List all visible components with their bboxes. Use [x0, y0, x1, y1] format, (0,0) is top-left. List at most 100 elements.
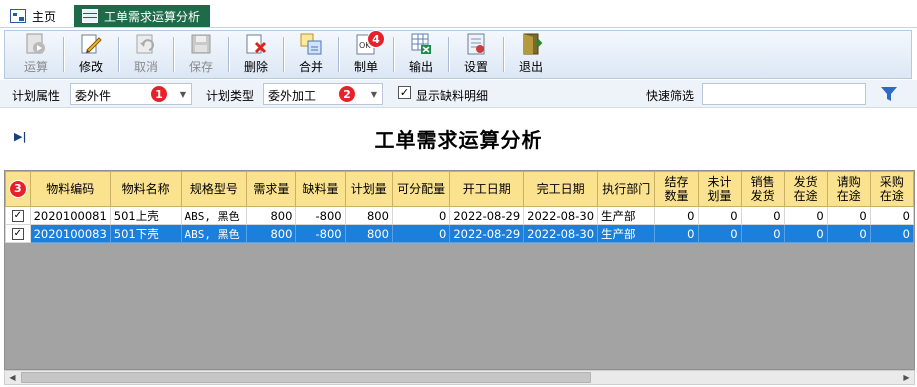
- edit-icon: [78, 31, 104, 56]
- merge-icon: [298, 31, 324, 56]
- tab-home-label: 主页: [32, 9, 57, 24]
- table-cell[interactable]: ABS, 黑色: [180, 224, 248, 243]
- plan-attr-value: 委外件: [75, 89, 112, 103]
- table-cell[interactable]: 800: [246, 224, 297, 243]
- column-header[interactable]: 缺料量: [295, 171, 346, 207]
- row-checkbox[interactable]: ✓: [11, 209, 24, 222]
- chevron-down-icon: ▼: [179, 89, 187, 99]
- save-icon: [188, 31, 214, 56]
- edit-button[interactable]: 修改: [66, 31, 116, 78]
- toolbar-separator: [393, 37, 394, 72]
- table-cell[interactable]: 800: [344, 224, 393, 243]
- plan-attr-select[interactable]: 委外件 ▼: [70, 83, 192, 105]
- toolbar: 运算 修改 取消 保存 删除 合并 OK 制单 4 输出 设置 退出: [4, 30, 912, 79]
- column-header[interactable]: 未计 划量: [697, 171, 742, 207]
- scroll-right-arrow-icon[interactable]: ▶: [899, 371, 914, 384]
- plan-type-select[interactable]: 委外加工 ▼: [263, 83, 383, 105]
- column-header[interactable]: 结存 数量: [654, 171, 699, 207]
- table-cell[interactable]: 501下壳: [109, 224, 182, 243]
- table-cell[interactable]: 0: [783, 206, 828, 225]
- column-header[interactable]: 计划量: [344, 171, 393, 207]
- table-cell[interactable]: 0: [826, 224, 871, 243]
- table-cell[interactable]: 800: [246, 206, 297, 225]
- table-cell[interactable]: 生产部: [597, 224, 656, 243]
- row-checkbox[interactable]: ✓: [11, 227, 24, 240]
- export-button[interactable]: 输出: [396, 31, 446, 78]
- table-cell[interactable]: 0: [869, 224, 914, 243]
- table-cell[interactable]: 800: [344, 206, 393, 225]
- table-cell[interactable]: 0: [391, 206, 451, 225]
- make-order-button-label: 制单: [353, 60, 378, 74]
- table-cell[interactable]: 0: [869, 206, 914, 225]
- column-header[interactable]: 采购 在途: [869, 171, 914, 207]
- column-header[interactable]: 可分配量: [391, 171, 451, 207]
- column-header[interactable]: 需求量: [246, 171, 297, 207]
- scroll-left-arrow-icon[interactable]: ◀: [5, 371, 20, 384]
- scrollbar-thumb[interactable]: [21, 372, 591, 383]
- table-cell[interactable]: 0: [697, 206, 742, 225]
- exit-button[interactable]: 退出: [506, 31, 556, 78]
- tab-home[interactable]: 主页: [10, 5, 68, 27]
- callout-badge-2: 2: [338, 85, 356, 103]
- horizontal-scrollbar[interactable]: ◀ ▶: [4, 370, 915, 385]
- home-tree-icon: [10, 9, 26, 23]
- toolbar-separator: [338, 37, 339, 72]
- column-header[interactable]: 规格型号: [180, 171, 248, 207]
- exit-door-icon: [518, 31, 544, 56]
- quick-filter-input[interactable]: [702, 83, 866, 105]
- plan-type-value: 委外加工: [268, 89, 317, 103]
- table-row[interactable]: ✓ 2020100081 501上壳 ABS, 黑色 800 -800 800 0 2022-0…: [5, 206, 914, 225]
- table-cell[interactable]: 0: [740, 206, 785, 225]
- settings-button-label: 设置: [463, 60, 488, 74]
- cancel-button[interactable]: 取消: [121, 31, 171, 78]
- merge-button[interactable]: 合并: [286, 31, 336, 78]
- table-cell[interactable]: 0: [697, 224, 742, 243]
- run-button[interactable]: 运算: [11, 31, 61, 78]
- table-cell[interactable]: 2022-08-29: [449, 224, 525, 243]
- table-row[interactable]: ✓ 2020100083 501下壳 ABS, 黑色 800 -800 800 0 2022-0…: [5, 224, 914, 243]
- table-cell[interactable]: 2022-08-29: [449, 206, 525, 225]
- make-order-button[interactable]: OK 制单 4: [341, 30, 391, 78]
- column-header[interactable]: 开工日期: [449, 171, 525, 207]
- column-header[interactable]: 销售 发货: [740, 171, 785, 207]
- toolbar-separator: [173, 37, 174, 72]
- table-cell[interactable]: 0: [783, 224, 828, 243]
- row-checkbox-cell[interactable]: ✓: [5, 206, 31, 225]
- table-cell[interactable]: 0: [391, 224, 451, 243]
- table-cell[interactable]: 0: [654, 206, 699, 225]
- tab-demand-analysis[interactable]: 工单需求运算分析: [74, 5, 210, 27]
- table-cell[interactable]: 2022-08-30: [523, 224, 599, 243]
- toolbar-separator: [283, 37, 284, 72]
- save-button[interactable]: 保存: [176, 31, 226, 78]
- table-cell[interactable]: 生产部: [597, 206, 656, 225]
- column-header[interactable]: 物料名称: [109, 171, 182, 207]
- column-header[interactable]: 物料编码: [29, 171, 111, 207]
- column-header[interactable]: 完工日期: [523, 171, 599, 207]
- table-cell[interactable]: 2020100083: [29, 224, 111, 243]
- delete-button[interactable]: 删除: [231, 31, 281, 78]
- column-header[interactable]: 发货 在途: [783, 171, 828, 207]
- select-all-header[interactable]: 3: [5, 171, 31, 207]
- merge-button-label: 合并: [298, 60, 323, 74]
- export-icon: [408, 31, 434, 56]
- table-cell[interactable]: 0: [654, 224, 699, 243]
- show-shortage-checkbox[interactable]: ✓: [398, 86, 411, 99]
- table-cell[interactable]: -800: [295, 224, 346, 243]
- column-header[interactable]: 请购 在途: [826, 171, 871, 207]
- row-checkbox-cell[interactable]: ✓: [5, 224, 31, 243]
- table-cell[interactable]: -800: [295, 206, 346, 225]
- table-cell[interactable]: 0: [740, 224, 785, 243]
- settings-button[interactable]: 设置: [451, 31, 501, 78]
- table-cell[interactable]: ABS, 黑色: [180, 206, 248, 225]
- grid-icon: [82, 9, 98, 23]
- table-cell[interactable]: 501上壳: [109, 206, 182, 225]
- plan-type-label: 计划类型: [206, 89, 255, 103]
- filter-funnel-icon[interactable]: [880, 85, 898, 103]
- table-cell[interactable]: 2020100081: [29, 206, 111, 225]
- toolbar-separator: [118, 37, 119, 72]
- toolbar-separator: [503, 37, 504, 72]
- chevron-down-icon: ▼: [370, 89, 378, 99]
- table-cell[interactable]: 2022-08-30: [523, 206, 599, 225]
- table-cell[interactable]: 0: [826, 206, 871, 225]
- column-header[interactable]: 执行部门: [597, 171, 656, 207]
